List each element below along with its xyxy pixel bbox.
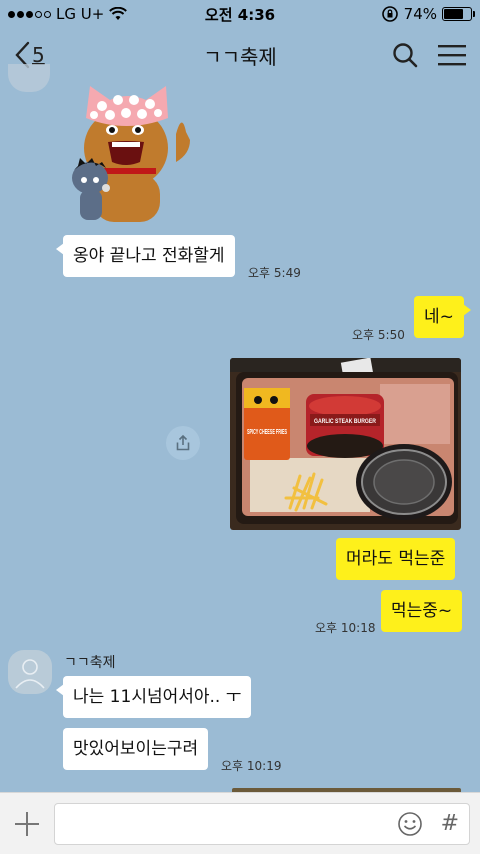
message-time: 오후 5:50 (352, 328, 405, 342)
message-time: 오후 10:19 (221, 759, 282, 773)
message-text: 머라도 먹는준 (346, 549, 446, 569)
message-bubble-outgoing[interactable]: 먹는중~ (381, 590, 463, 632)
message-text: 나는 11시넘어서아.. ㅜ (73, 687, 242, 707)
burger-label: GARLIC STEAK BURGER (314, 419, 377, 425)
message-text: 먹는중~ (391, 601, 453, 621)
plus-icon (15, 811, 39, 836)
chat-title: ㄱㄱ축제 (203, 44, 277, 69)
emoji-icon[interactable] (397, 811, 423, 837)
burger-box: GARLIC STEAK BURGER (306, 394, 384, 458)
avatar[interactable] (8, 650, 52, 694)
message-time: 오후 10:18 (315, 621, 376, 635)
message-text: 네~ (424, 307, 454, 327)
status-right: 74% (381, 5, 475, 23)
carrier-name: LG U+ (56, 5, 105, 23)
menu-icon[interactable] (438, 44, 466, 66)
message-bubble-outgoing[interactable]: 머라도 먹는준 (336, 538, 456, 580)
message-bubble-outgoing[interactable]: 네~ (414, 296, 471, 338)
chat-messages[interactable]: 옹야 끝나고 전화할게 오후 5:49 네~ 오후 5:50 SPICY CHE… (0, 64, 480, 792)
attach-button[interactable] (10, 807, 44, 841)
fries-box: SPICY CHEESE FRIES (244, 388, 290, 460)
battery-percent: 74% (403, 5, 437, 23)
battery-icon (442, 7, 475, 21)
chat-header: 5 ㄱㄱ축제 (0, 28, 480, 82)
sender-name: ㄱㄱ축제 (64, 655, 116, 671)
share-button[interactable] (166, 426, 200, 460)
message-input[interactable] (55, 804, 379, 843)
hashtag-icon[interactable]: # (441, 811, 459, 836)
message-input-field[interactable]: # (54, 802, 470, 845)
photo-message[interactable]: SPICY CHEESE FRIES GARLIC STEAK BURGER (230, 358, 461, 530)
rotation-lock-icon (381, 6, 398, 22)
header-actions (392, 42, 466, 68)
wifi-icon (109, 7, 128, 20)
message-input-bar: # (0, 792, 480, 854)
message-bubble-incoming[interactable]: 나는 11시넘어서아.. ㅜ (55, 676, 252, 718)
food-photo: SPICY CHEESE FRIES GARLIC STEAK BURGER (230, 358, 461, 530)
drink-lid (356, 444, 452, 520)
avatar[interactable] (8, 64, 50, 92)
fries-label-1: SPICY CHEESE FRIES (247, 429, 287, 436)
default-profile-icon (15, 659, 45, 689)
message-time: 오후 5:49 (248, 266, 301, 280)
status-time: 오전 4:36 (204, 5, 276, 24)
message-bubble-incoming[interactable]: 옹야 끝나고 전화할게 (56, 235, 235, 277)
message-bubble-incoming[interactable]: 맛있어보이는구려 (63, 728, 209, 770)
status-bar: LG U+ 오전 4:36 74% (0, 0, 480, 28)
search-icon[interactable] (392, 42, 418, 68)
message-text: 맛있어보이는구려 (73, 739, 199, 759)
message-text: 옹야 끝나고 전화할게 (73, 246, 225, 266)
signal-strength-icon (8, 10, 51, 18)
share-icon (176, 434, 190, 451)
status-left: LG U+ (8, 5, 128, 23)
character-sticker[interactable] (64, 82, 204, 224)
